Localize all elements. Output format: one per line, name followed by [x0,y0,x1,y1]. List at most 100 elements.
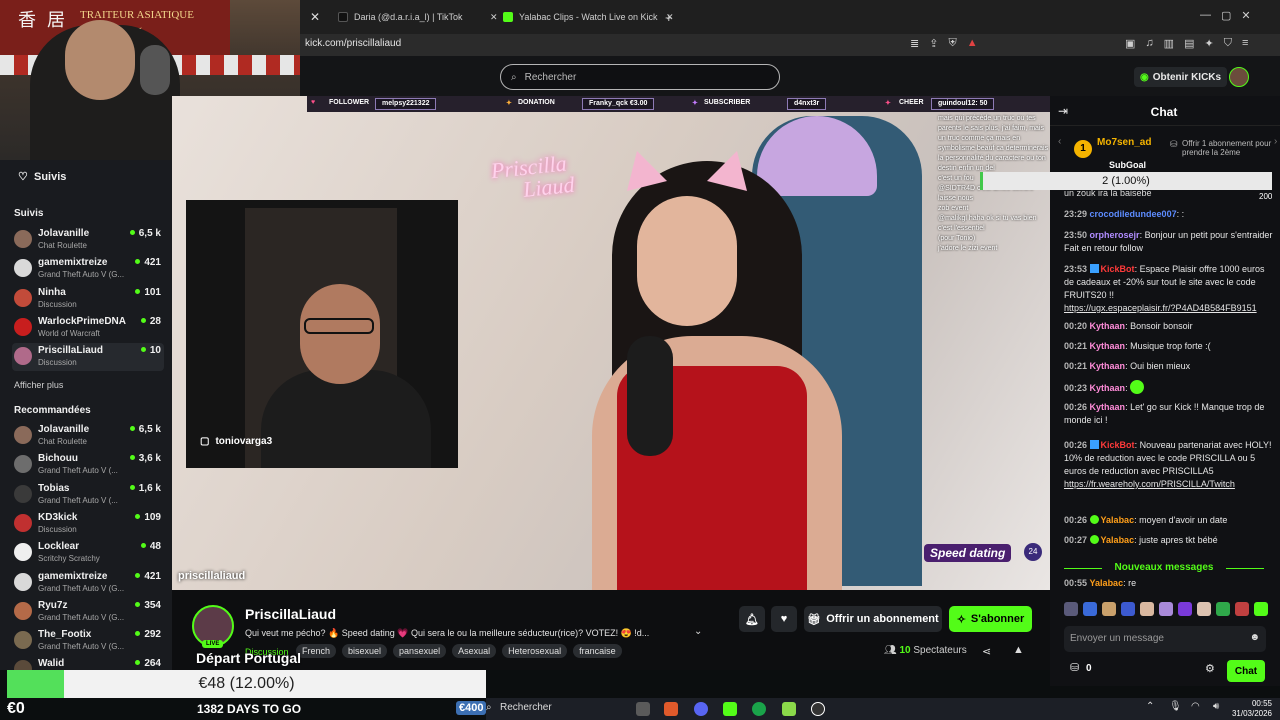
brave-icon[interactable] [664,702,678,716]
emote-icon[interactable] [1140,602,1154,616]
sidebar-channel-item[interactable]: gamemixtreize Grand Theft Auto V (G... 421 [12,255,164,283]
sidebar-channel-item[interactable]: Tobias Grand Theft Auto V (... 1,6 k [12,481,164,509]
new-tab-button[interactable]: + [665,6,673,28]
gear-icon[interactable]: ⚙ [1205,662,1215,675]
sidebar-channel-item[interactable]: The_Footix Grand Theft Auto V (G... 292 [12,627,164,655]
message-user[interactable]: Kythaan [1090,361,1126,371]
search-icon[interactable]: ⌕ [486,702,492,713]
top-gifter-name[interactable]: Mo7sen_ad [1097,137,1151,148]
extensions-icon[interactable]: ✦ [1204,37,1213,50]
url-field[interactable]: kick.com/priscillaliaud [305,38,401,49]
get-kicks-button[interactable]: ◉ Obtenir KICKs [1134,67,1228,87]
message-user[interactable]: KickBot [1101,440,1135,450]
game-icon[interactable] [782,702,796,716]
taskbar-search[interactable]: Rechercher [500,702,552,713]
tray-chevron-icon[interactable]: ⌃ [1146,701,1154,712]
share-icon[interactable]: ⋖ [982,645,991,658]
task-view-icon[interactable] [636,702,650,716]
close-tab-icon[interactable]: ✕ [490,6,498,28]
emote-icon[interactable] [1216,602,1230,616]
emote-icon[interactable] [1102,602,1116,616]
message-link[interactable]: https://ugx.espaceplaisir.fr/?P4AD4B584F… [1064,303,1257,313]
show-more-link[interactable]: Afficher plus [14,380,63,390]
sidebar-channel-item[interactable]: Jolavanille Chat Roulette 6,5 k [12,226,164,254]
close-window-icon[interactable]: ✕ [1241,9,1250,22]
notification-bell-button[interactable]: 🔔︎ [739,606,765,632]
emote-icon[interactable] [1197,602,1211,616]
emote-icon[interactable] [1254,602,1268,616]
emote-icon[interactable] [1064,602,1078,616]
wifi-icon[interactable]: ◠ [1191,701,1200,712]
message-user[interactable]: Kythaan [1090,341,1126,351]
streamer-name[interactable]: PriscillaLiaud [245,606,336,622]
share-icon[interactable]: ⇪ [929,37,938,50]
kick-app-icon[interactable] [723,702,737,716]
message-user[interactable]: Yalabac [1090,578,1124,588]
emote-icon[interactable] [1083,602,1097,616]
sidebar-channel-item[interactable]: gamemixtreize Grand Theft Auto V (G... 421 [12,569,164,597]
app-icon[interactable] [752,702,766,716]
sidebar-channel-item[interactable]: Jolavanille Chat Roulette 6,5 k [12,422,164,450]
subscribe-button[interactable]: ✧ S'abonner [949,606,1032,632]
prev-arrow-icon[interactable]: ‹ [1058,136,1061,147]
close-tab-icon[interactable]: ✕ [310,6,320,28]
emoji-icon[interactable]: ☻ [1249,632,1260,643]
reader-icon[interactable]: ≣ [910,37,919,50]
video-player[interactable]: ♥ FOLLOWER melpsy221322 ✦ DONATION Frank… [172,96,1050,590]
emote-icon[interactable] [1235,602,1249,616]
message-user[interactable]: Kythaan [1090,321,1126,331]
discord-icon[interactable] [694,702,708,716]
tab-tiktok[interactable]: Daria (@d.a.r.i.a_l) | TikTok [338,6,463,28]
emote-icon[interactable] [1178,602,1192,616]
next-arrow-icon[interactable]: › [1274,136,1277,147]
user-avatar[interactable] [1229,67,1249,87]
search-input[interactable]: ⌕ Rechercher [500,64,780,90]
follows-header[interactable]: ♡ Suivis [18,170,66,183]
system-clock[interactable]: 00:55 31/03/2026 [1232,699,1272,719]
wallet-icon[interactable]: ▤ [1184,37,1194,50]
obs-icon[interactable] [811,702,825,716]
stream-tag[interactable]: Asexual [452,644,497,658]
message-user[interactable]: Yalabac [1101,515,1135,525]
message-user[interactable]: Yalabac [1101,535,1135,545]
microphone-icon[interactable]: 🎙︎ [1169,701,1182,712]
message-user[interactable]: Kythaan [1090,383,1126,393]
message-user[interactable]: Kythaan [1090,402,1126,412]
emote-icon[interactable] [1121,602,1135,616]
sidebar-channel-item[interactable]: PriscillaLiaud Discussion 10 [12,343,164,372]
stream-tag[interactable]: Heterosexual [502,644,568,658]
follow-heart-button[interactable]: ♥ [771,606,797,632]
gift-sub-button[interactable]: 🎁︎ Offrir un abonnement [804,606,942,632]
sidebar-channel-item[interactable]: Ryu7z Grand Theft Auto V (G... 354 [12,598,164,626]
new-messages-divider[interactable]: Nouveaux messages [1064,562,1264,573]
chat-message-input[interactable]: Envoyer un message ☻ [1064,626,1266,652]
chevron-down-icon[interactable]: ⌄ [694,626,702,637]
sidebar-channel-item[interactable]: Locklear Scritchy Scratchy 48 [12,539,164,567]
message-user[interactable]: KickBot [1101,264,1135,274]
tab-kick[interactable]: Yalabac Clips - Watch Live on Kick [503,6,658,28]
message-link[interactable]: https://fr.weareholy.com/PRISCILLA/Twitc… [1064,479,1235,489]
sidebar-channel-item[interactable]: KD3kick Discussion 109 [12,510,164,538]
emote-icon[interactable] [1159,602,1173,616]
stream-tag[interactable]: pansexuel [393,644,447,658]
stream-tag[interactable]: bisexuel [342,644,388,658]
chat-send-button[interactable]: Chat [1227,660,1265,682]
screenshot-icon[interactable]: ▣ [1125,37,1135,50]
report-icon[interactable]: ▲ [1013,644,1024,656]
minimize-icon[interactable]: — [1200,9,1211,22]
message-user[interactable]: crocodiledundee007 [1090,209,1177,219]
music-icon[interactable]: ♫ [1145,37,1153,50]
sidebar-channel-item[interactable]: WarlockPrimeDNA World of Warcraft 28 [12,314,164,342]
maximize-icon[interactable]: ▢ [1221,9,1231,22]
sidebar-channel-item[interactable]: Ninha Discussion 101 [12,285,164,313]
sidebar-channel-item[interactable]: Bichouu Grand Theft Auto V (... 3,6 k [12,451,164,479]
vpn-icon[interactable]: ⛉ [1224,37,1232,50]
sidebar-icon[interactable]: ▥ [1164,37,1174,50]
rewards-icon[interactable]: ▲ [967,37,978,50]
volume-icon[interactable]: 🔊︎ [1213,701,1219,712]
menu-icon[interactable]: ≡ [1242,37,1248,50]
stream-tag[interactable]: French [296,644,337,658]
message-user[interactable]: orpherosejr [1090,230,1140,240]
shield-icon[interactable]: ⛨ [948,37,956,50]
stream-tag[interactable]: francaise [573,644,622,658]
